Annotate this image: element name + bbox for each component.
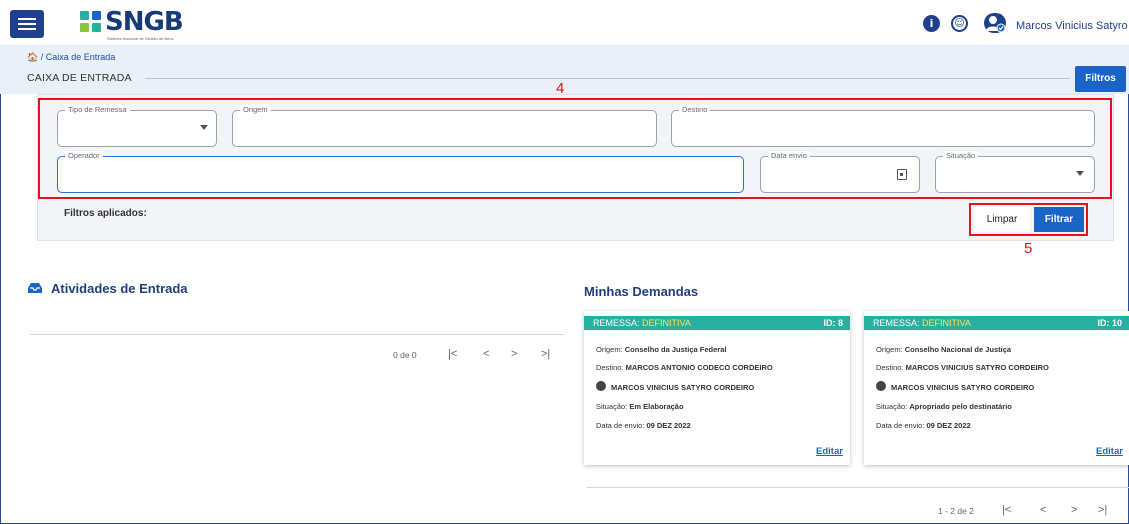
- destino-label: Destino: [679, 105, 711, 115]
- operador-label: Operador: [65, 151, 103, 161]
- logo-subtitle: Sistema Nacional de Gestão de Bens: [107, 36, 174, 41]
- origem-label: Origem: [240, 105, 271, 115]
- top-bar: SNGB Sistema Nacional de Gestão de Bens …: [0, 0, 1129, 46]
- card-data-envio: Data de envio: 09 DEZ 2022: [596, 421, 691, 430]
- person-icon: [876, 381, 886, 391]
- tipo-remessa-label: Tipo de Remessa: [65, 105, 130, 115]
- page-title: CAIXA DE ENTRADA: [27, 72, 132, 84]
- card-situacao: Situação: Apropriado pelo destinatário: [876, 402, 1012, 411]
- clear-button[interactable]: Limpar: [974, 207, 1030, 232]
- atividades-divider: [30, 334, 564, 335]
- card-head-type: DEFINITIVA: [922, 318, 971, 328]
- next-page-icon[interactable]: >: [1071, 504, 1077, 516]
- card-origem: Origem: Conselho Nacional de Justiça: [876, 345, 1012, 354]
- card-origem: Origem: Conselho da Justiça Federal: [596, 345, 727, 354]
- app-logo[interactable]: SNGB Sistema Nacional de Gestão de Bens: [80, 5, 184, 41]
- operador-input[interactable]: Operador: [57, 151, 744, 193]
- chevron-down-icon: [200, 125, 208, 130]
- demanda-card: REMESSA: DEFINITIVA ID: 8 Origem: Consel…: [584, 311, 850, 465]
- atividades-pager-text: 0 de 0: [393, 350, 417, 360]
- filters-toggle-button[interactable]: Filtros: [1075, 66, 1126, 92]
- title-band: [0, 46, 1129, 94]
- logo-mark: [80, 11, 102, 33]
- logo-text: SNGB: [105, 7, 184, 37]
- breadcrumb-current: / Caixa de Entrada: [40, 52, 116, 62]
- card-data-envio: Data de envio: 09 DEZ 2022: [876, 421, 971, 430]
- first-page-icon[interactable]: |<: [448, 348, 457, 360]
- card-head-type: DEFINITIVA: [642, 318, 691, 328]
- edit-link[interactable]: Editar: [1096, 446, 1123, 457]
- title-divider: [145, 78, 1070, 79]
- home-icon[interactable]: 🏠: [27, 52, 38, 62]
- menu-icon[interactable]: [10, 10, 44, 38]
- card-head-label: REMESSA:: [593, 318, 640, 328]
- last-page-icon[interactable]: >|: [541, 348, 550, 360]
- annotation-label-4: 4: [556, 80, 565, 97]
- situacao-label: Situação: [943, 151, 979, 161]
- origem-input[interactable]: Origem: [232, 105, 657, 147]
- card-operador: MARCOS VINICIUS SATYRO CORDEIRO: [891, 383, 1035, 392]
- prev-page-icon[interactable]: <: [1040, 504, 1046, 516]
- chevron-down-icon: [1076, 171, 1084, 176]
- situacao-select[interactable]: Situação: [935, 151, 1095, 193]
- user-check-icon[interactable]: [984, 13, 1006, 33]
- next-page-icon[interactable]: >: [511, 348, 517, 360]
- card-header: REMESSA: DEFINITIVA ID: 8: [584, 316, 850, 330]
- first-page-icon[interactable]: |<: [1002, 504, 1011, 516]
- card-head-label: REMESSA:: [873, 318, 920, 328]
- card-header: REMESSA: DEFINITIVA ID: 10: [864, 316, 1129, 330]
- data-envio-input[interactable]: Data envio: [760, 151, 920, 193]
- demandas-title: Minhas Demandas: [584, 284, 699, 299]
- last-page-icon[interactable]: >|: [1098, 504, 1107, 516]
- prev-page-icon[interactable]: <: [483, 348, 489, 360]
- demandas-pager-text: 1 - 2 de 2: [938, 506, 974, 516]
- accessibility-icon[interactable]: ☺: [951, 15, 968, 32]
- card-id: ID: 8: [823, 318, 843, 328]
- atividades-title: Atividades de Entrada: [51, 281, 188, 296]
- demanda-card: REMESSA: DEFINITIVA ID: 10 Origem: Conse…: [864, 311, 1129, 465]
- data-envio-label: Data envio: [768, 151, 810, 161]
- annotation-label-5: 5: [1024, 240, 1033, 257]
- card-id: ID: 10: [1097, 318, 1122, 328]
- user-name[interactable]: Marcos Vinicius Satyro C.: [1016, 20, 1129, 32]
- inbox-icon: [28, 283, 42, 293]
- tipo-remessa-select[interactable]: Tipo de Remessa: [57, 105, 217, 147]
- breadcrumb[interactable]: 🏠 / Caixa de Entrada: [27, 52, 115, 63]
- edit-link[interactable]: Editar: [816, 446, 843, 457]
- destino-input[interactable]: Destino: [671, 105, 1095, 147]
- filter-button[interactable]: Filtrar: [1034, 207, 1084, 232]
- calendar-icon[interactable]: [897, 169, 907, 180]
- card-destino: Destino: MARCOS ANTONIO CODECO CORDEIRO: [596, 363, 773, 372]
- applied-filters-label: Filtros aplicados:: [64, 208, 147, 219]
- demandas-divider: [587, 487, 1129, 488]
- person-icon: [596, 381, 606, 391]
- card-operador: MARCOS VINICIUS SATYRO CORDEIRO: [611, 383, 755, 392]
- info-icon[interactable]: i: [923, 15, 940, 32]
- card-destino: Destino: MARCOS VINICIUS SATYRO CORDEIRO: [876, 363, 1049, 372]
- card-situacao: Situação: Em Elaboração: [596, 402, 684, 411]
